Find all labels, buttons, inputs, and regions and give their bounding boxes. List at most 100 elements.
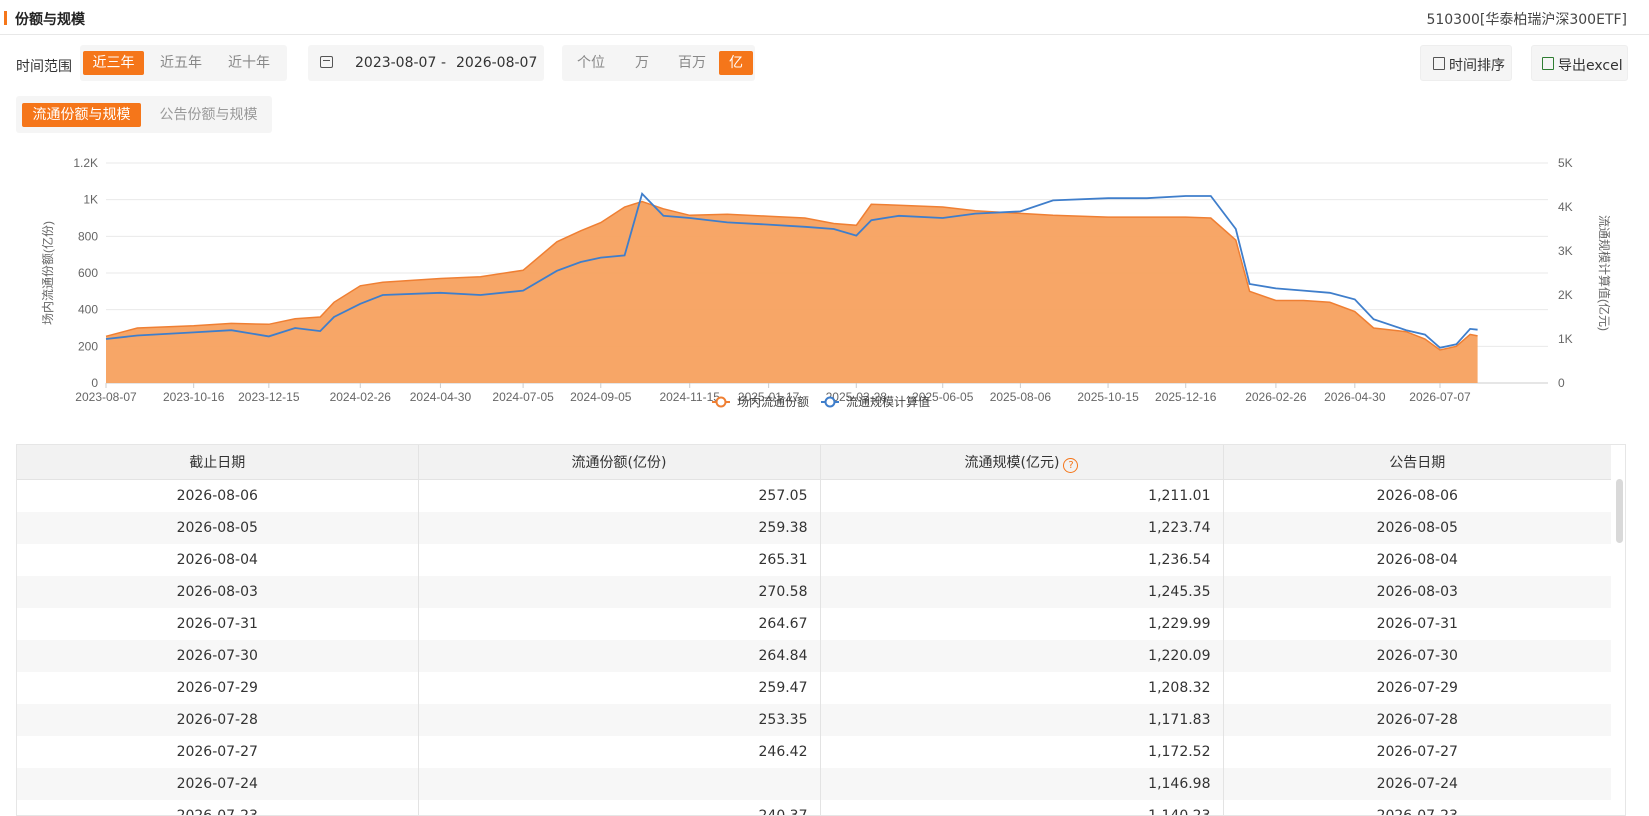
unit-group: 个位 万 百万 亿: [562, 45, 755, 81]
unit-wan-button[interactable]: 万: [624, 51, 660, 75]
x-tick-label: 2026-02-26: [1245, 390, 1307, 404]
x-tick-label: 2025-08-06: [990, 390, 1052, 404]
data-table-container: 截止日期 流通份额(亿份) 流通规模(亿元)? 公告日期 2026-08-06 2…: [16, 444, 1626, 816]
table-row: 2026-07-31 264.67 1,229.99 2026-07-31: [17, 608, 1611, 640]
filter-bar: 时间范围 近三年 近五年 近十年 2023-08-07 - 2026-08-07…: [0, 44, 1649, 84]
cell-end-date: 2026-07-23: [17, 800, 419, 815]
col-end-date[interactable]: 截止日期: [17, 445, 419, 480]
date-start: 2023-08-07: [355, 55, 437, 71]
cell-scale: 1,223.74: [820, 512, 1224, 544]
y-right-axis-title: 流通规模计算值(亿元): [1597, 215, 1612, 331]
unit-ones-button[interactable]: 个位: [568, 51, 614, 75]
time-range-group: 近三年 近五年 近十年: [80, 45, 287, 81]
y-right-tick-label: 1K: [1558, 332, 1573, 346]
tab-circulating[interactable]: 流通份额与规模: [22, 103, 141, 127]
x-tick-label: 2024-07-05: [492, 390, 554, 404]
help-icon[interactable]: ?: [1063, 457, 1079, 473]
cell-announce-date: 2026-07-30: [1223, 640, 1611, 672]
table-row: 2026-07-30 264.84 1,220.09 2026-07-30: [17, 640, 1611, 672]
cell-share: [418, 768, 821, 800]
cell-announce-date: 2026-08-03: [1223, 576, 1611, 608]
x-tick-label: 2023-10-16: [163, 390, 225, 404]
cell-scale: 1,146.98: [820, 768, 1224, 800]
table-scrollbar[interactable]: [1616, 479, 1623, 543]
range-10y-button[interactable]: 近十年: [219, 51, 279, 75]
y-right-tick-label: 2K: [1558, 288, 1573, 302]
cell-share: 257.05: [418, 479, 821, 512]
cell-share: 253.35: [418, 704, 821, 736]
time-sort-button[interactable]: 时间排序: [1420, 45, 1512, 81]
col-announce-date[interactable]: 公告日期: [1223, 445, 1611, 480]
title-accent-bar: [4, 11, 7, 25]
time-range-label: 时间范围: [16, 59, 72, 75]
cell-announce-date: 2026-07-29: [1376, 680, 1458, 696]
y-left-tick-label: 1K: [83, 193, 98, 207]
legend-label-share: 场内流通份额: [737, 395, 809, 409]
cell-end-date: 2026-07-24: [17, 768, 419, 800]
y-right-tick-label: 0: [1558, 376, 1565, 390]
cell-announce-date: 2026-07-23: [1376, 808, 1458, 816]
table-row: 2026-08-05 259.38 1,223.74 2026-08-05: [17, 512, 1611, 544]
cell-end-date: 2026-08-04: [17, 544, 419, 576]
cell-end-date: 2026-08-05: [17, 512, 419, 544]
cell-share: 259.38: [418, 512, 821, 544]
sort-icon: [1433, 57, 1445, 70]
date-separator: -: [441, 55, 447, 71]
table-row: 2026-07-29 259.47 1,208.32 2026-07-29: [17, 672, 1611, 704]
x-tick-label: 2026-04-30: [1324, 390, 1386, 404]
y-right-tick-label: 3K: [1558, 244, 1573, 258]
x-tick-label: 2023-12-15: [238, 390, 300, 404]
y-left-tick-label: 1.2K: [73, 156, 98, 170]
cell-scale: 1,236.54: [820, 544, 1224, 576]
cell-scale: 1,245.35: [820, 576, 1224, 608]
x-tick-label: 2026-07-07: [1409, 390, 1471, 404]
col-share[interactable]: 流通份额(亿份): [418, 445, 821, 480]
y-left-axis-title: 场内流通份额(亿份): [40, 221, 55, 325]
unit-million-button[interactable]: 百万: [666, 51, 718, 75]
cell-scale: 1,172.52: [820, 736, 1224, 768]
section-title: 份额与规模: [15, 12, 85, 28]
export-excel-button[interactable]: 导出excel: [1531, 45, 1628, 81]
range-3y-button[interactable]: 近三年: [83, 51, 144, 75]
cell-end-date: 2026-07-28: [17, 704, 419, 736]
calendar-icon: [320, 56, 333, 68]
date-range-picker[interactable]: 2023-08-07 - 2026-08-07: [308, 45, 544, 81]
col-scale[interactable]: 流通规模(亿元)?: [820, 445, 1224, 480]
range-5y-button[interactable]: 近五年: [151, 51, 211, 75]
legend-dot-share: [715, 396, 727, 408]
tab-announced[interactable]: 公告份额与规模: [149, 103, 268, 127]
table-row: 2026-07-24 1,146.98 2026-07-24: [17, 768, 1611, 800]
cell-scale: 1,220.09: [820, 640, 1224, 672]
y-left-tick-label: 0: [91, 376, 98, 390]
x-tick-label: 2024-04-30: [410, 390, 472, 404]
cell-end-date: 2026-07-29: [17, 672, 419, 704]
cell-end-date: 2026-08-03: [17, 576, 419, 608]
cell-scale: 1,211.01: [820, 479, 1224, 512]
fund-name: 510300[华泰柏瑞沪深300ETF]: [1426, 12, 1627, 28]
table-header-row: 截止日期 流通份额(亿份) 流通规模(亿元)? 公告日期: [17, 445, 1611, 480]
cell-announce-date: 2026-08-05: [1223, 512, 1611, 544]
table-row: 2026-07-27 246.42 1,172.52 2026-07-27: [17, 736, 1611, 768]
cell-end-date: 2026-08-06: [17, 479, 419, 512]
x-tick-label: 2024-09-05: [570, 390, 632, 404]
table-row: 2026-07-23 240.37 1,140.23 2026-07-23: [17, 800, 1611, 816]
cell-announce-date: 2026-07-24: [1223, 768, 1611, 800]
y-left-tick-label: 800: [78, 229, 98, 243]
y-left-tick-label: 600: [78, 266, 98, 280]
y-right-tick-label: 4K: [1558, 200, 1573, 214]
table-row: 2026-08-04 265.31 1,236.54 2026-08-04: [17, 544, 1611, 576]
cell-end-date: 2026-07-31: [17, 608, 419, 640]
cell-share: 259.47: [418, 672, 821, 704]
cell-announce-date: 2026-07-31: [1376, 616, 1458, 632]
cell-share: 264.67: [418, 608, 821, 640]
cell-share: 246.42: [418, 736, 821, 768]
y-left-tick-label: 200: [78, 339, 98, 353]
cell-end-date: 2026-07-27: [17, 736, 419, 768]
table-row: 2026-08-03 270.58 1,245.35 2026-08-03: [17, 576, 1611, 608]
unit-yi-button[interactable]: 亿: [719, 51, 753, 75]
cell-share: 240.37: [418, 800, 821, 815]
x-tick-label: 2025-12-16: [1155, 390, 1217, 404]
cell-scale: 1,208.32: [820, 672, 1224, 704]
data-tabs: 流通份额与规模 公告份额与规模: [16, 96, 272, 133]
cell-announce-date: 2026-07-27: [1376, 744, 1458, 760]
